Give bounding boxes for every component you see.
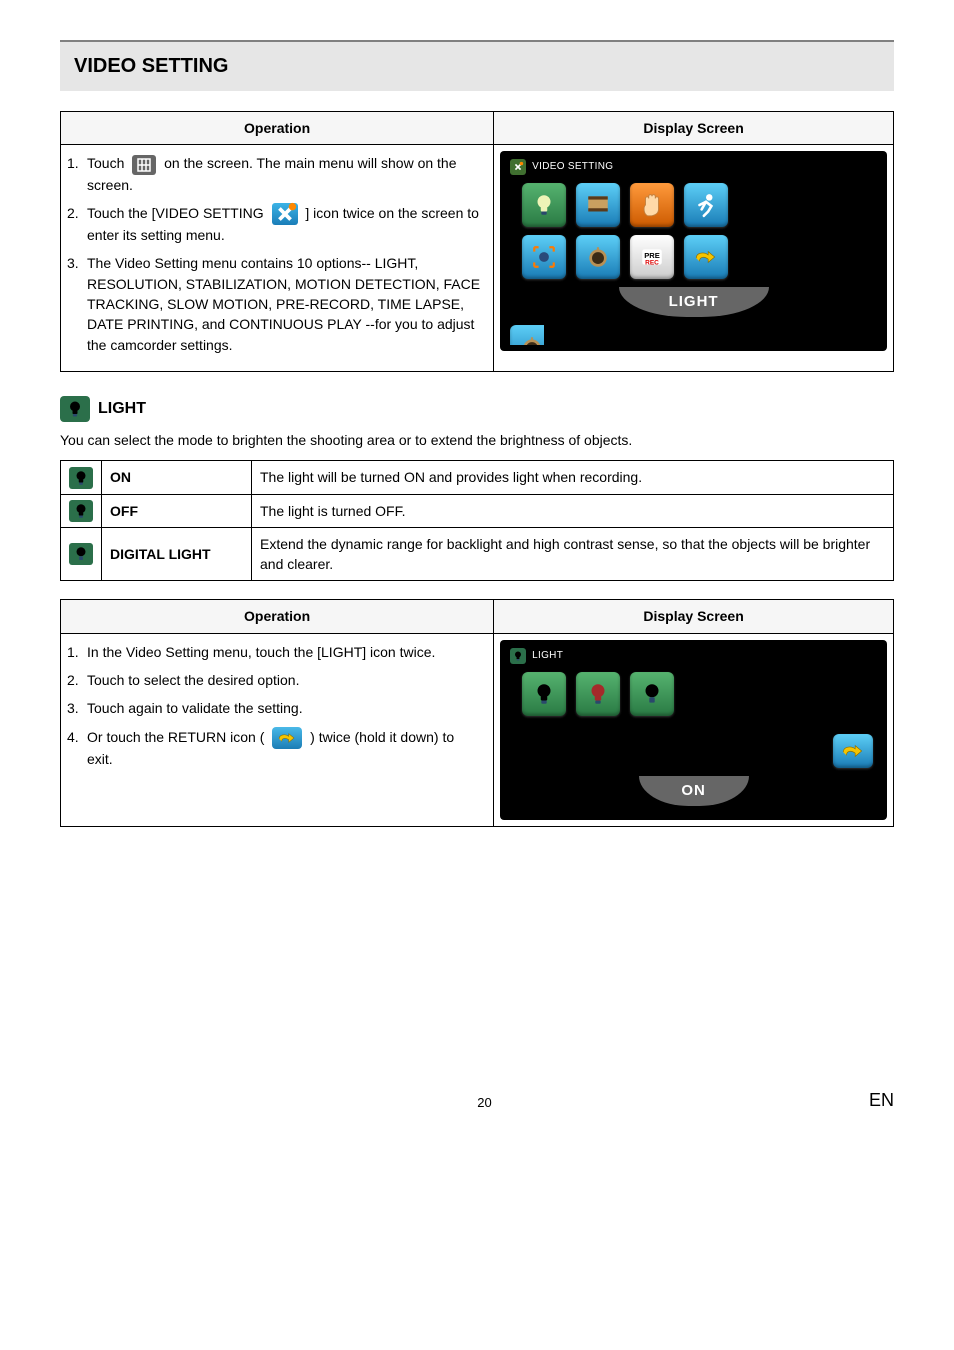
- return-inline-icon: [272, 727, 302, 749]
- stabilization-icon[interactable]: [630, 183, 674, 227]
- option-name: OFF: [102, 494, 252, 527]
- return-icon[interactable]: [684, 235, 728, 279]
- light-heading: LIGHT: [60, 396, 894, 422]
- light-heading-text: LIGHT: [98, 397, 146, 420]
- step-text-pre: Touch: [87, 155, 128, 171]
- op2-step-2: 2. Touch to select the desired option.: [67, 670, 483, 690]
- language-label: EN: [869, 1087, 894, 1113]
- section-title: VIDEO SETTING: [74, 52, 880, 81]
- video-setting-table: Operation Display Screen 1. Touch on the…: [60, 111, 894, 372]
- step-text: Touch to select the desired option.: [87, 670, 483, 690]
- light-option-icons: [522, 672, 877, 716]
- video-setting-menu-icon: [510, 159, 526, 175]
- op-step-3: 3. The Video Setting menu contains 10 op…: [67, 253, 483, 354]
- option-name: DIGITAL LIGHT: [102, 527, 252, 581]
- face-tracking-icon[interactable]: [522, 235, 566, 279]
- option-row-off: OFF The light is turned OFF.: [61, 494, 894, 527]
- screen-title-text: LIGHT: [532, 649, 563, 664]
- step-number: 2.: [67, 670, 87, 690]
- screen-icon-row-2: [522, 235, 877, 279]
- op2-step-4: 4. Or touch the RETURN icon ( ) twice (h…: [67, 727, 483, 770]
- light-on-icon[interactable]: [522, 672, 566, 716]
- light-menu-icon: [510, 648, 526, 664]
- option-row-on: ON The light will be turned ON and provi…: [61, 461, 894, 494]
- motion-detection-icon[interactable]: [684, 183, 728, 227]
- light-intro: You can select the mode to brighten the …: [60, 430, 894, 450]
- time-lapse-icon-partial: [510, 325, 544, 345]
- operation-steps-cell: 1. Touch on the screen. The main menu wi…: [61, 145, 494, 372]
- step-text: In the Video Setting menu, touch the [LI…: [87, 642, 483, 662]
- col-display-screen: Display Screen: [494, 600, 894, 633]
- step-text-pre: Or touch the RETURN icon (: [87, 729, 268, 745]
- op2-step-1: 1. In the Video Setting menu, touch the …: [67, 642, 483, 662]
- screen-title-row: LIGHT: [510, 648, 877, 664]
- step-number: 1.: [67, 642, 87, 662]
- col-operation: Operation: [61, 600, 494, 633]
- digital-light-icon[interactable]: [630, 672, 674, 716]
- step-number: 4.: [67, 727, 87, 770]
- page-footer: 20 EN: [60, 1087, 894, 1113]
- screen-selected-label: LIGHT: [510, 287, 877, 317]
- col-display-screen: Display Screen: [494, 112, 894, 145]
- option-name: ON: [102, 461, 252, 494]
- display-screen-cell: VIDEO SETTING LIGHT: [494, 145, 894, 372]
- resolution-icon[interactable]: [576, 183, 620, 227]
- screen-title-row: VIDEO SETTING: [510, 159, 877, 175]
- light-options-table: ON The light will be turned ON and provi…: [60, 460, 894, 581]
- slow-motion-icon[interactable]: [576, 235, 620, 279]
- return-row: [510, 734, 873, 768]
- selected-label-text: LIGHT: [619, 287, 769, 317]
- page-number: 20: [100, 1094, 869, 1113]
- screen-icon-row-1: [522, 183, 877, 227]
- step-number: 1.: [67, 153, 87, 195]
- step-number: 2.: [67, 203, 87, 246]
- section-header: VIDEO SETTING: [60, 40, 894, 91]
- step-text: The Video Setting menu contains 10 optio…: [87, 253, 483, 354]
- light-icon[interactable]: [522, 183, 566, 227]
- display-screen-cell: LIGHT ON: [494, 633, 894, 826]
- screen-title-text: VIDEO SETTING: [532, 160, 613, 175]
- video-setting-screen: VIDEO SETTING LIGHT: [500, 151, 887, 351]
- step-text-pre: Touch the [VIDEO SETTING: [87, 205, 268, 221]
- partial-next-row-icon: [510, 325, 544, 345]
- bulb-digital-icon: [69, 543, 93, 565]
- op-step-1: 1. Touch on the screen. The main menu wi…: [67, 153, 483, 195]
- step-number: 3.: [67, 253, 87, 354]
- main-menu-grid-icon: [132, 155, 156, 175]
- col-operation: Operation: [61, 112, 494, 145]
- bulb-on-icon: [69, 467, 93, 489]
- bulb-off-icon: [69, 500, 93, 522]
- return-icon[interactable]: [833, 734, 873, 768]
- light-heading-icon: [60, 396, 90, 422]
- light-off-icon[interactable]: [576, 672, 620, 716]
- light-screen: LIGHT ON: [500, 640, 887, 820]
- option-row-digital: DIGITAL LIGHT Extend the dynamic range f…: [61, 527, 894, 581]
- step-text: Touch again to validate the setting.: [87, 698, 483, 718]
- selected-label-text: ON: [639, 776, 749, 806]
- screen-selected-label: ON: [510, 776, 877, 806]
- op-step-2: 2. Touch the [VIDEO SETTING ] icon twice…: [67, 203, 483, 246]
- operation-steps-cell: 1. In the Video Setting menu, touch the …: [61, 633, 494, 826]
- option-desc: Extend the dynamic range for backlight a…: [252, 527, 894, 581]
- option-desc: The light will be turned ON and provides…: [252, 461, 894, 494]
- step-number: 3.: [67, 698, 87, 718]
- video-setting-icon: [272, 203, 298, 225]
- op2-step-3: 3. Touch again to validate the setting.: [67, 698, 483, 718]
- light-operation-table: Operation Display Screen 1. In the Video…: [60, 599, 894, 826]
- option-desc: The light is turned OFF.: [252, 494, 894, 527]
- pre-rec-icon[interactable]: [630, 235, 674, 279]
